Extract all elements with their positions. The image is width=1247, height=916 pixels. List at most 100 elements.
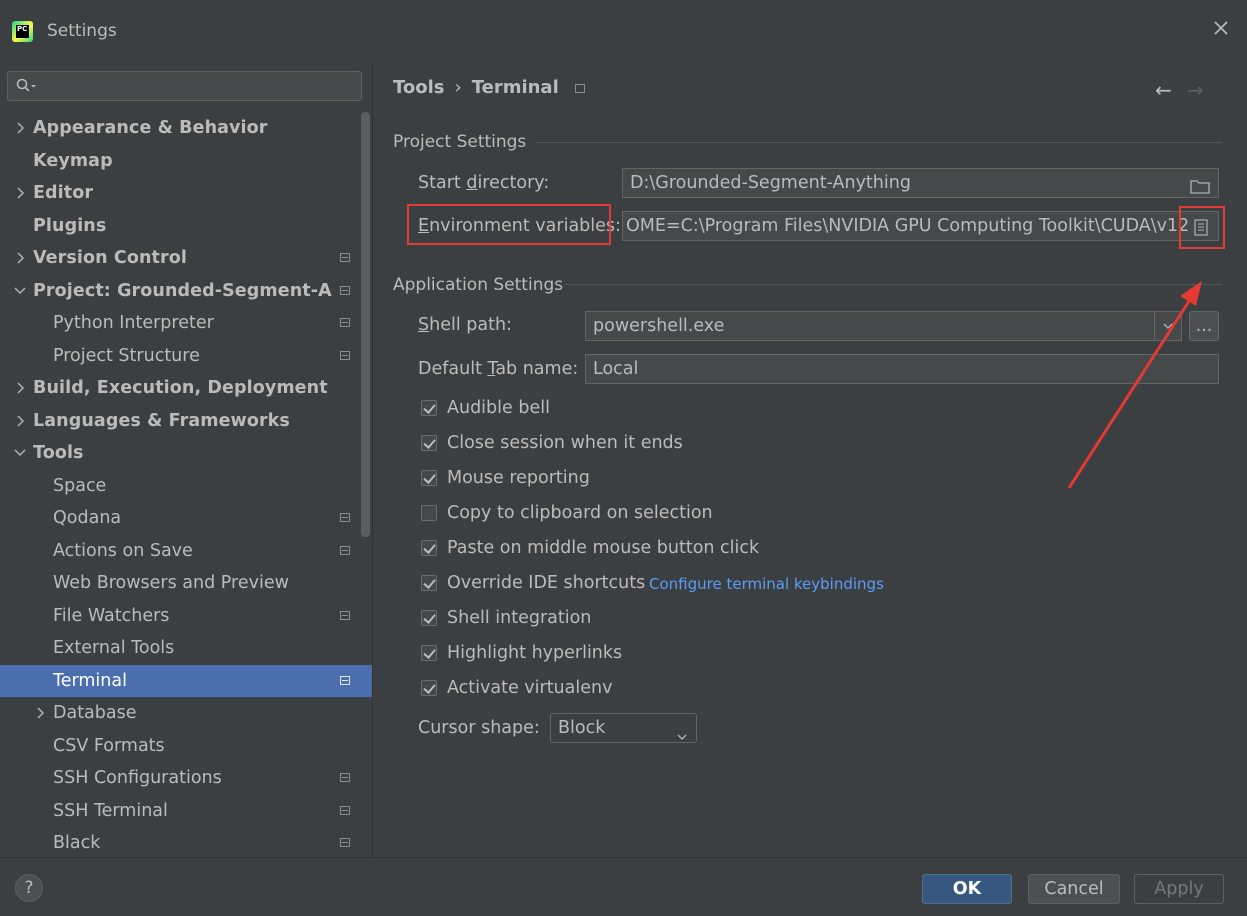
sidebar-item-label: Black: [53, 833, 101, 853]
sidebar-item-label: Version Control: [33, 248, 187, 268]
sidebar-item[interactable]: File Watchers: [0, 600, 358, 633]
sidebar-item[interactable]: CSV Formats: [0, 730, 358, 763]
checkbox[interactable]: [421, 610, 437, 626]
sidebar-item-label: External Tools: [53, 638, 175, 658]
checkbox-label: Mouse reporting: [447, 468, 590, 488]
start-directory-field[interactable]: D:\Grounded-Segment-Anything: [622, 168, 1219, 198]
sidebar-item-label: Web Browsers and Preview: [53, 573, 289, 593]
sidebar-item-label: File Watchers: [53, 605, 170, 626]
chevron-down-icon[interactable]: [14, 275, 26, 307]
sidebar-item[interactable]: Terminal: [0, 664, 372, 697]
settings-sidebar: Appearance & Behavior Keymap Editor Plugins…: [0, 62, 372, 857]
sidebar-item-label: Database: [53, 703, 137, 723]
forward-arrow-icon[interactable]: →: [1187, 78, 1204, 102]
project-settings-title: Project Settings: [393, 132, 527, 152]
close-icon[interactable]: [1213, 20, 1231, 38]
chevron-right-icon[interactable]: [14, 112, 26, 144]
browse-shell-button[interactable]: ...: [1189, 311, 1219, 341]
sidebar-item-label: Plugins: [33, 215, 107, 236]
sidebar-item-label: SSH Configurations: [53, 768, 222, 788]
sidebar-scrollbar[interactable]: [361, 112, 370, 537]
search-icon: [16, 78, 36, 92]
back-arrow-icon[interactable]: ←: [1155, 78, 1172, 102]
breadcrumb-current: Terminal: [471, 77, 559, 98]
checkbox-label: Shell integration: [447, 608, 592, 628]
search-input[interactable]: [7, 71, 362, 101]
checkbox-label: Paste on middle mouse button click: [447, 538, 760, 558]
sidebar-item[interactable]: Tools: [0, 437, 358, 470]
ok-button[interactable]: OK: [922, 874, 1012, 904]
help-button[interactable]: ?: [15, 874, 43, 902]
sidebar-item[interactable]: Web Browsers and Preview: [0, 567, 358, 600]
checkbox-label: Close session when it ends: [447, 433, 683, 453]
sidebar-item[interactable]: Project Structure: [0, 340, 358, 373]
chevron-down-icon[interactable]: [14, 437, 26, 469]
sidebar-item[interactable]: Keymap: [0, 145, 358, 178]
checkbox[interactable]: [421, 540, 437, 556]
checkbox[interactable]: [421, 575, 437, 591]
sidebar-item[interactable]: Editor: [0, 177, 358, 210]
chevron-right-icon[interactable]: [14, 177, 26, 209]
sidebar-item[interactable]: Black: [0, 827, 358, 860]
shell-path-label: Shell path:: [418, 315, 512, 335]
sidebar-item-label: Actions on Save: [53, 540, 193, 561]
environment-variables-field[interactable]: OME=C:\Program Files\NVIDIA GPU Computin…: [622, 211, 1219, 241]
default-tab-name-label: Default Tab name:: [418, 359, 579, 379]
configure-keybindings-link[interactable]: Configure terminal keybindings: [649, 575, 884, 593]
sidebar-item[interactable]: External Tools: [0, 632, 358, 665]
title-bar: PC Settings: [0, 0, 1247, 62]
project-scope-icon: [340, 610, 350, 620]
cancel-button[interactable]: Cancel: [1028, 874, 1120, 904]
sidebar-item[interactable]: Qodana: [0, 502, 358, 535]
project-scope-icon: [340, 513, 350, 522]
sidebar-item[interactable]: Build, Execution, Deployment: [0, 372, 358, 405]
sidebar-item-label: Keymap: [33, 150, 113, 171]
checkbox[interactable]: [421, 470, 437, 486]
section-divider: [565, 284, 1222, 285]
shell-path-field[interactable]: powershell.exe: [585, 311, 1182, 341]
chevron-down-icon[interactable]: [1154, 312, 1181, 340]
apply-button[interactable]: Apply: [1134, 874, 1224, 904]
cursor-shape-select[interactable]: Block: [550, 713, 697, 743]
sidebar-item-label: Terminal: [53, 670, 127, 691]
sidebar-item[interactable]: Python Interpreter: [0, 307, 358, 340]
breadcrumb: Tools › Terminal: [393, 77, 585, 98]
pycharm-logo-icon: PC: [12, 21, 33, 42]
project-scope-icon: [340, 285, 350, 295]
chevron-right-icon[interactable]: [14, 372, 26, 404]
breadcrumb-parent[interactable]: Tools: [393, 77, 445, 98]
sidebar-item[interactable]: Space: [0, 470, 358, 503]
sidebar-item[interactable]: Database: [0, 697, 358, 730]
default-tab-name-field[interactable]: Local: [585, 354, 1219, 384]
annotation-highlight-button: [1179, 206, 1225, 249]
settings-content: Tools › Terminal ← → Project Settings Star…: [373, 62, 1247, 857]
sidebar-item-label: Qodana: [53, 508, 122, 528]
checkbox[interactable]: [421, 400, 437, 416]
sidebar-item[interactable]: Version Control: [0, 242, 358, 275]
folder-icon[interactable]: [1190, 175, 1210, 197]
checkbox[interactable]: [421, 645, 437, 661]
checkbox[interactable]: [421, 435, 437, 451]
sidebar-item[interactable]: Languages & Frameworks: [0, 405, 358, 438]
project-scope-icon: [340, 253, 350, 262]
chevron-right-icon[interactable]: [14, 242, 26, 274]
checkbox[interactable]: [421, 680, 437, 696]
project-scope-icon: [340, 350, 350, 360]
sidebar-item[interactable]: Plugins: [0, 210, 358, 243]
checkbox[interactable]: [421, 505, 437, 521]
sidebar-item-label: SSH Terminal: [53, 800, 168, 821]
checkbox-label: Copy to clipboard on selection: [447, 503, 713, 523]
sidebar-item[interactable]: Appearance & Behavior: [0, 112, 358, 145]
project-scope-icon: [340, 318, 350, 327]
sidebar-item[interactable]: Actions on Save: [0, 535, 358, 568]
sidebar-item[interactable]: SSH Terminal: [0, 795, 358, 828]
chevron-down-icon: [676, 723, 688, 751]
project-scope-icon: [340, 838, 350, 847]
sidebar-item-label: Appearance & Behavior: [33, 118, 268, 138]
project-scope-icon: [340, 805, 350, 815]
chevron-right-icon[interactable]: [14, 405, 26, 437]
dialog-footer: ? OK Cancel Apply: [0, 857, 1247, 916]
chevron-right-icon[interactable]: [34, 697, 46, 729]
sidebar-item[interactable]: Project: Grounded-Segment-Any: [0, 275, 358, 308]
sidebar-item[interactable]: SSH Configurations: [0, 762, 358, 795]
